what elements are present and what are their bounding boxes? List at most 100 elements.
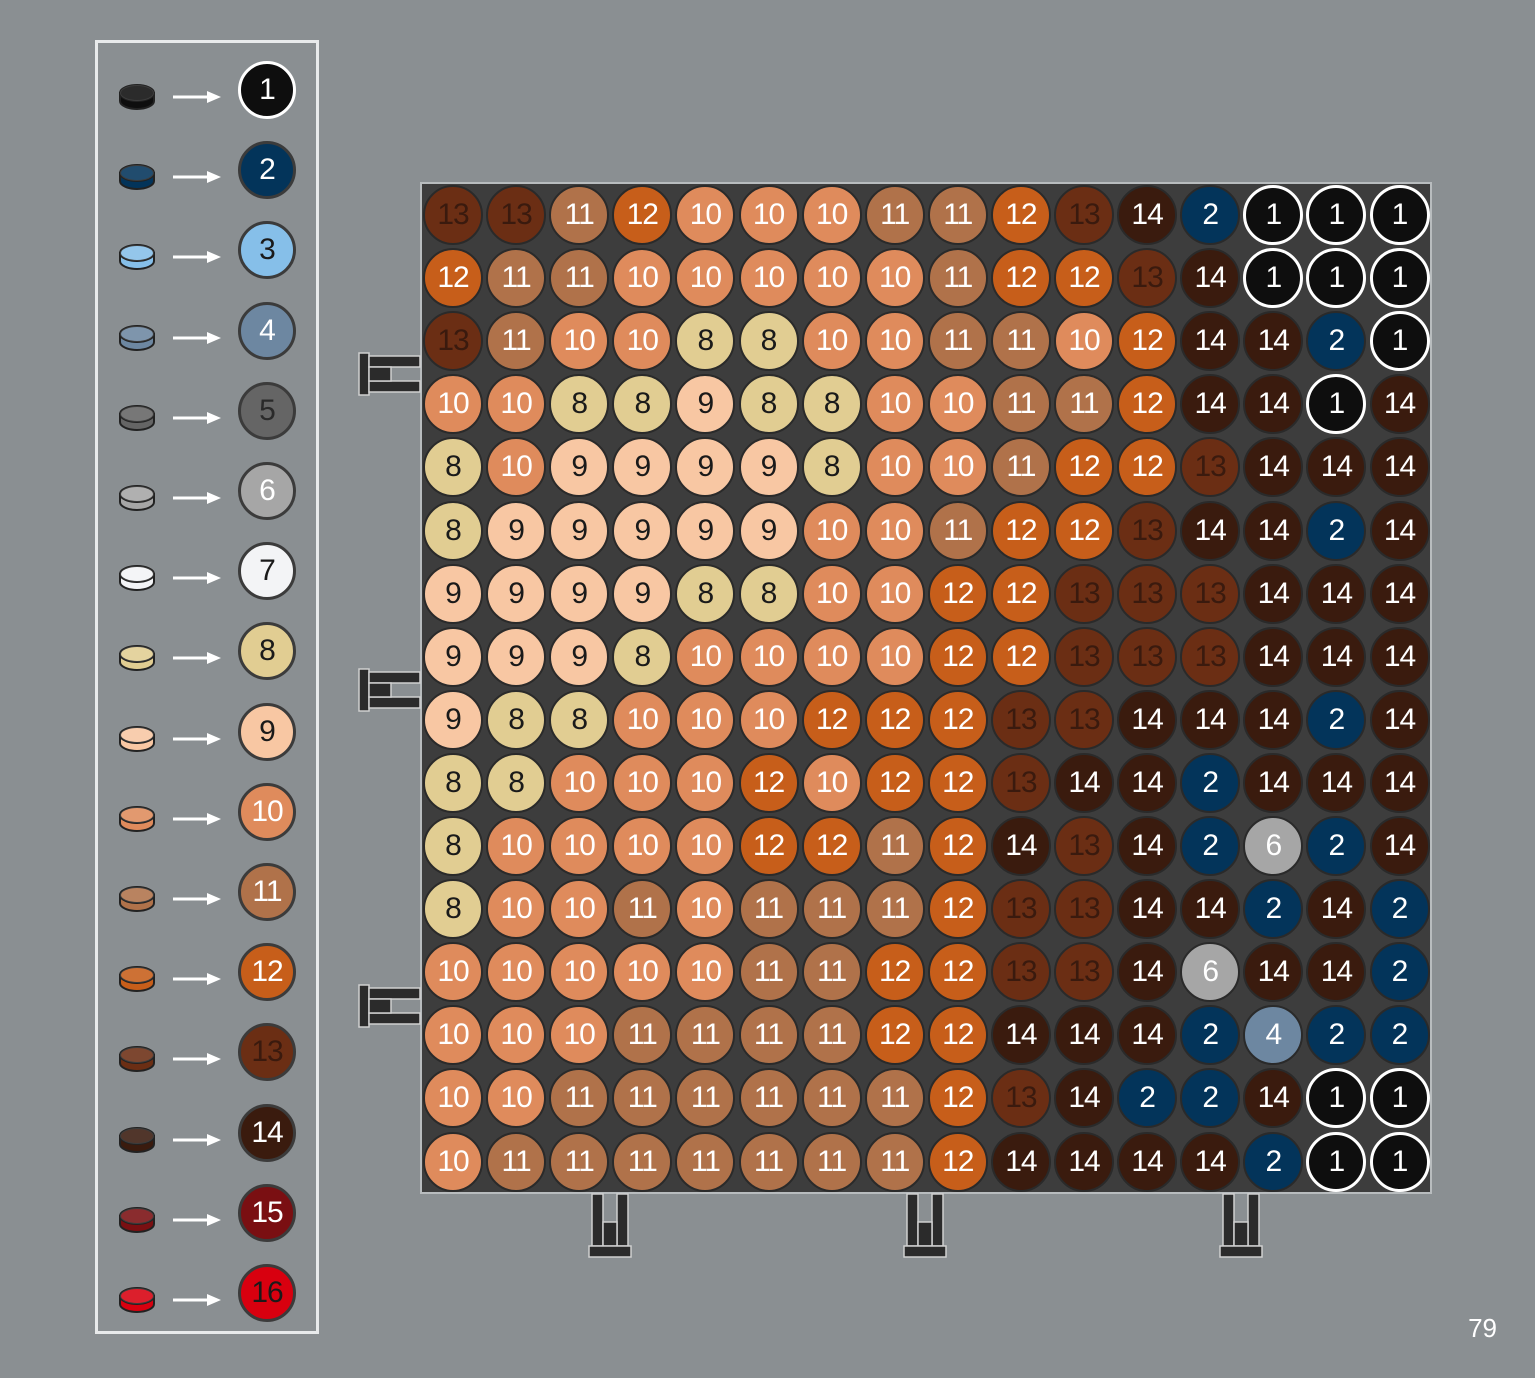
mosaic-cell: 11 [927, 185, 988, 245]
arrow-right-icon [173, 492, 221, 504]
mosaic-cell: 12 [738, 816, 799, 876]
legend-row-15: 15 [98, 1183, 316, 1265]
legend-row-1: 1 [98, 61, 316, 142]
mosaic-cell: 14 [1180, 500, 1241, 561]
mosaic-cell: 10 [801, 311, 862, 372]
round-tile-icon [119, 244, 155, 271]
arrow-right-icon [173, 732, 221, 745]
mosaic-cell: 11 [801, 1131, 862, 1192]
mosaic-cell: 14 [1369, 437, 1430, 498]
arrow-right-icon [173, 1294, 221, 1306]
mosaic-cell: 14 [1243, 942, 1304, 1003]
mosaic-cell: 1 [1306, 248, 1367, 309]
side-connector-icon [358, 668, 421, 712]
mosaic-cell: 12 [990, 248, 1051, 309]
mosaic-cell: 14 [1369, 752, 1430, 813]
mosaic-cell: 10 [612, 689, 673, 750]
mosaic-cell: 10 [675, 752, 736, 813]
mosaic-cell: 1 [1243, 185, 1304, 245]
mosaic-cell: 9 [675, 500, 736, 561]
mosaic-cell: 12 [1054, 248, 1114, 309]
mosaic-cell: 9 [549, 563, 610, 624]
mosaic-cell: 13 [1054, 816, 1114, 876]
mosaic-cell: 10 [864, 248, 925, 309]
mosaic-cell: 10 [612, 942, 673, 1003]
mosaic-cell: 10 [864, 311, 925, 372]
mosaic-cell: 10 [864, 437, 925, 498]
mosaic-cell: 8 [675, 311, 736, 372]
mosaic-cell: 11 [864, 1068, 925, 1129]
mosaic-cell: 8 [612, 374, 673, 435]
mosaic-cell: 10 [486, 816, 547, 876]
arrow-right-icon [173, 973, 221, 986]
mosaic-cell: 14 [1180, 689, 1241, 750]
mosaic-cell: 13 [423, 311, 483, 372]
mosaic-cell: 1 [1306, 1131, 1367, 1192]
mosaic-cell: 9 [549, 626, 610, 687]
mosaic-cell: 12 [1054, 437, 1114, 498]
mosaic-cell: 14 [1369, 626, 1430, 687]
mosaic-cell: 10 [549, 1005, 610, 1066]
mosaic-cell: 2 [1306, 311, 1367, 372]
mosaic-cell: 11 [801, 879, 862, 940]
mosaic-cell: 14 [1306, 879, 1367, 940]
mosaic-cell: 11 [990, 437, 1051, 498]
mosaic-cell: 2 [1180, 1005, 1241, 1066]
mosaic-cell: 14 [990, 1005, 1051, 1066]
legend-color-3: 3 [238, 221, 296, 280]
mosaic-cell: 1 [1243, 248, 1304, 309]
mosaic-cell: 11 [549, 1068, 610, 1129]
mosaic-cell: 14 [1054, 1131, 1114, 1192]
mosaic-cell: 10 [675, 879, 736, 940]
mosaic-cell: 9 [612, 563, 673, 624]
mosaic-cell: 12 [1117, 374, 1178, 435]
arrow-right-icon [173, 893, 221, 905]
mosaic-cell: 8 [486, 689, 547, 750]
legend-row-4: 4 [98, 301, 316, 383]
round-tile-icon [119, 404, 155, 431]
mosaic-cell: 10 [801, 563, 862, 624]
mosaic-cell: 14 [1180, 1131, 1241, 1192]
mosaic-cell: 9 [612, 437, 673, 498]
mosaic-cell: 12 [927, 879, 988, 940]
side-connector-icon [358, 352, 421, 396]
mosaic-cell: 12 [864, 752, 925, 813]
mosaic-cell: 8 [423, 500, 483, 561]
mosaic-cell: 10 [612, 311, 673, 372]
mosaic-cell: 13 [1054, 942, 1114, 1003]
color-legend: 1 2 3 4 5 6 7 8 9 10 11 12 13 14 15 16 [95, 40, 319, 1334]
mosaic-cell: 2 [1117, 1068, 1178, 1129]
mosaic-cell: 12 [927, 563, 988, 624]
mosaic-cell: 10 [675, 689, 736, 750]
mosaic-cell: 12 [927, 626, 988, 687]
mosaic-cell: 13 [423, 185, 483, 245]
legend-color-8: 8 [238, 622, 296, 681]
mosaic-cell: 14 [1243, 689, 1304, 750]
bottom-connector-icon [588, 1193, 632, 1258]
mosaic-cell: 13 [1054, 879, 1114, 940]
mosaic-cell: 10 [675, 185, 736, 245]
mosaic-cell: 11 [612, 1068, 673, 1129]
mosaic-cell: 10 [927, 374, 988, 435]
round-tile-icon [119, 1046, 155, 1073]
mosaic-cell: 1 [1306, 374, 1367, 435]
mosaic-cell: 8 [675, 563, 736, 624]
mosaic-cell: 10 [549, 942, 610, 1003]
mosaic-cell: 8 [486, 752, 547, 813]
legend-row-11: 11 [98, 863, 316, 944]
legend-row-10: 10 [98, 782, 316, 864]
mosaic-cell: 10 [738, 689, 799, 750]
mosaic-cell: 11 [801, 942, 862, 1003]
mosaic-cell: 14 [990, 816, 1051, 876]
mosaic-cell: 14 [1054, 1068, 1114, 1129]
mosaic-cell: 10 [549, 816, 610, 876]
mosaic-cell: 12 [423, 248, 483, 309]
mosaic-cell: 13 [1180, 626, 1241, 687]
mosaic-cell: 14 [1243, 1068, 1304, 1129]
mosaic-cell: 12 [801, 689, 862, 750]
mosaic-cell: 12 [801, 816, 862, 876]
mosaic-cell: 13 [1054, 185, 1114, 245]
mosaic-cell: 9 [675, 374, 736, 435]
mosaic-cell: 10 [864, 374, 925, 435]
mosaic-cell: 11 [486, 1131, 547, 1192]
